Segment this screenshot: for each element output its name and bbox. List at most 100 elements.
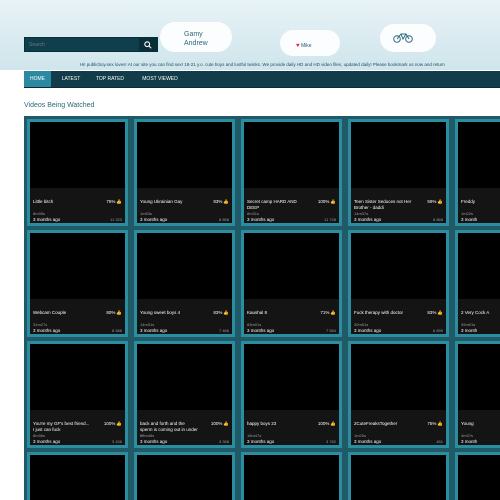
video-info: Fuck therapy with doctor 83%👍 30m51s 3 m… xyxy=(351,299,446,334)
video-thumbnail[interactable] xyxy=(244,344,339,410)
video-rating: 75%👍 xyxy=(106,199,122,205)
video-thumbnail[interactable] xyxy=(137,233,232,299)
video-card[interactable]: back and forth and the sperm is coming o… xyxy=(134,341,235,448)
video-thumbnail[interactable] xyxy=(30,122,125,188)
video-card[interactable]: Young 4m37s 3 month xyxy=(455,341,500,448)
video-card[interactable]: Secret camp HARD AND DEEP 100%👍 8m31s 3 … xyxy=(241,119,342,226)
video-duration: 31m27s xyxy=(33,322,48,327)
thumbs-up-icon: 👍 xyxy=(330,310,336,315)
video-card[interactable]: Young sweet boys 4 83%👍 14m31s 3 months … xyxy=(134,230,235,337)
logo-line: Gamy xyxy=(184,31,203,38)
video-thumbnail[interactable] xyxy=(244,122,339,188)
video-info: 2 Very Cock A 39m01s 3 month xyxy=(458,299,500,334)
video-thumbnail[interactable] xyxy=(244,455,339,500)
video-thumbnail[interactable] xyxy=(458,455,500,500)
video-card[interactable]: Kaushal 8 71%👍 83m01s 3 months ago 7 584 xyxy=(241,230,342,337)
video-info: Secret camp HARD AND DEEP 100%👍 8m31s 3 … xyxy=(244,188,339,223)
video-rating-value: 75% xyxy=(427,421,437,426)
video-card[interactable]: 2 Very Cock A 39m01s 3 month xyxy=(455,230,500,337)
video-card[interactable]: 2CuteFreaksTogether 75%👍 1m20s 3 months … xyxy=(348,341,449,448)
video-info: Young Ukrainian Gay 83%👍 1m53s 3 months … xyxy=(137,188,232,223)
video-thumbnail[interactable] xyxy=(458,233,500,299)
video-title[interactable]: 2CuteFreaksTogether xyxy=(354,421,412,427)
video-title[interactable]: Secret camp HARD AND DEEP xyxy=(247,199,305,210)
video-card[interactable]: Fuck therapy with doctor 83%👍 30m51s 3 m… xyxy=(348,230,449,337)
video-card[interactable] xyxy=(455,452,500,500)
thumbs-up-icon: 👍 xyxy=(116,421,122,426)
video-thumbnail[interactable] xyxy=(351,233,446,299)
video-title[interactable]: You're my GF's best friend... I just can… xyxy=(33,421,91,432)
video-thumbnail[interactable] xyxy=(244,233,339,299)
video-card[interactable]: You're my GF's best friend... I just can… xyxy=(27,341,128,448)
video-title[interactable]: 2 Very Cock A xyxy=(461,310,499,316)
video-views: 11 323 xyxy=(110,217,122,222)
video-title[interactable]: Freddy xyxy=(461,199,499,205)
video-title[interactable]: Fuck therapy with doctor xyxy=(354,310,412,316)
video-thumbnail[interactable] xyxy=(458,344,500,410)
video-card[interactable]: Webcam Couple 80%👍 31m27s 3 months ago 8… xyxy=(27,230,128,337)
video-thumbnail[interactable] xyxy=(30,233,125,299)
video-thumbnail[interactable] xyxy=(137,344,232,410)
thumbs-up-icon: 👍 xyxy=(437,421,443,426)
video-rating: 75%👍 xyxy=(427,421,443,427)
thumbs-up-icon: 👍 xyxy=(223,310,229,315)
video-age: 3 months ago xyxy=(33,328,61,333)
video-views: 7 466 xyxy=(218,328,229,333)
video-card[interactable]: Freddy 1m22s 3 month xyxy=(455,119,500,226)
video-card[interactable]: Young Ukrainian Gay 83%👍 1m53s 3 months … xyxy=(134,119,235,226)
search-icon xyxy=(144,40,152,49)
thumbs-up-icon: 👍 xyxy=(330,421,336,426)
search-button[interactable] xyxy=(139,38,157,51)
video-age: 3 months ago xyxy=(140,328,168,333)
video-thumbnail[interactable] xyxy=(137,122,232,188)
video-title[interactable]: Webcam Couple xyxy=(33,310,91,316)
video-card[interactable] xyxy=(348,452,449,500)
video-info: 2CuteFreaksTogether 75%👍 1m20s 3 months … xyxy=(351,410,446,445)
video-duration: 8m31s xyxy=(247,211,260,216)
video-title[interactable]: Little bitch xyxy=(33,199,91,205)
video-thumbnail[interactable] xyxy=(351,455,446,500)
video-info: Freddy 1m22s 3 month xyxy=(458,188,500,223)
thumbs-up-icon: 👍 xyxy=(223,421,229,426)
video-views: 3 782 xyxy=(325,439,336,444)
video-rating: 71%👍 xyxy=(320,310,336,316)
video-card[interactable]: Little bitch 75%👍 8m35s 3 months ago 11 … xyxy=(27,119,128,226)
video-age: 3 month xyxy=(461,439,478,444)
nav-most-viewed[interactable]: MOST VIEWED xyxy=(134,71,186,87)
video-title[interactable]: Teen Sister Seduces not Her Brother - da… xyxy=(354,199,412,210)
video-card[interactable]: happy boys 23 100%👍 18m47s 3 months ago … xyxy=(241,341,342,448)
video-age: 3 months ago xyxy=(247,439,275,444)
video-rating: 100%👍 xyxy=(318,421,336,427)
video-title[interactable]: Young sweet boys 4 xyxy=(140,310,198,316)
video-title[interactable]: happy boys 23 xyxy=(247,421,305,427)
nav-latest[interactable]: LATEST xyxy=(54,71,88,87)
video-rating-value: 71% xyxy=(320,310,330,315)
video-duration: 14m37s xyxy=(354,211,369,216)
site-logo[interactable]: Gamy Andrew xyxy=(184,30,208,48)
video-card[interactable] xyxy=(27,452,128,500)
video-card[interactable]: Teen Sister Seduces not Her Brother - da… xyxy=(348,119,449,226)
nav-top-rated[interactable]: TOP RATED xyxy=(90,71,130,87)
video-thumbnail[interactable] xyxy=(351,344,446,410)
video-info: happy boys 23 100%👍 18m47s 3 months ago … xyxy=(244,410,339,445)
nav-home[interactable]: HOME xyxy=(24,71,51,87)
video-title[interactable]: Young Ukrainian Gay xyxy=(140,199,198,205)
video-thumbnail[interactable] xyxy=(30,455,125,500)
logo-line: Andrew xyxy=(184,40,208,47)
video-thumbnail[interactable] xyxy=(137,455,232,500)
thumbs-up-icon: 👍 xyxy=(330,199,336,204)
video-thumbnail[interactable] xyxy=(351,122,446,188)
video-thumbnail[interactable] xyxy=(30,344,125,410)
video-card[interactable] xyxy=(241,452,342,500)
video-card[interactable] xyxy=(134,452,235,500)
search-input[interactable] xyxy=(27,39,139,50)
search-box xyxy=(24,37,158,52)
video-age: 3 months ago xyxy=(247,328,275,333)
video-rating: 83%👍 xyxy=(427,310,443,316)
video-thumbnail[interactable] xyxy=(458,122,500,188)
video-title[interactable]: Kaushal 8 xyxy=(247,310,305,316)
video-title[interactable]: Young xyxy=(461,421,499,427)
video-duration: 18m47s xyxy=(247,433,262,438)
video-duration: 83m01s xyxy=(247,322,262,327)
video-views: 11 728 xyxy=(324,217,336,222)
